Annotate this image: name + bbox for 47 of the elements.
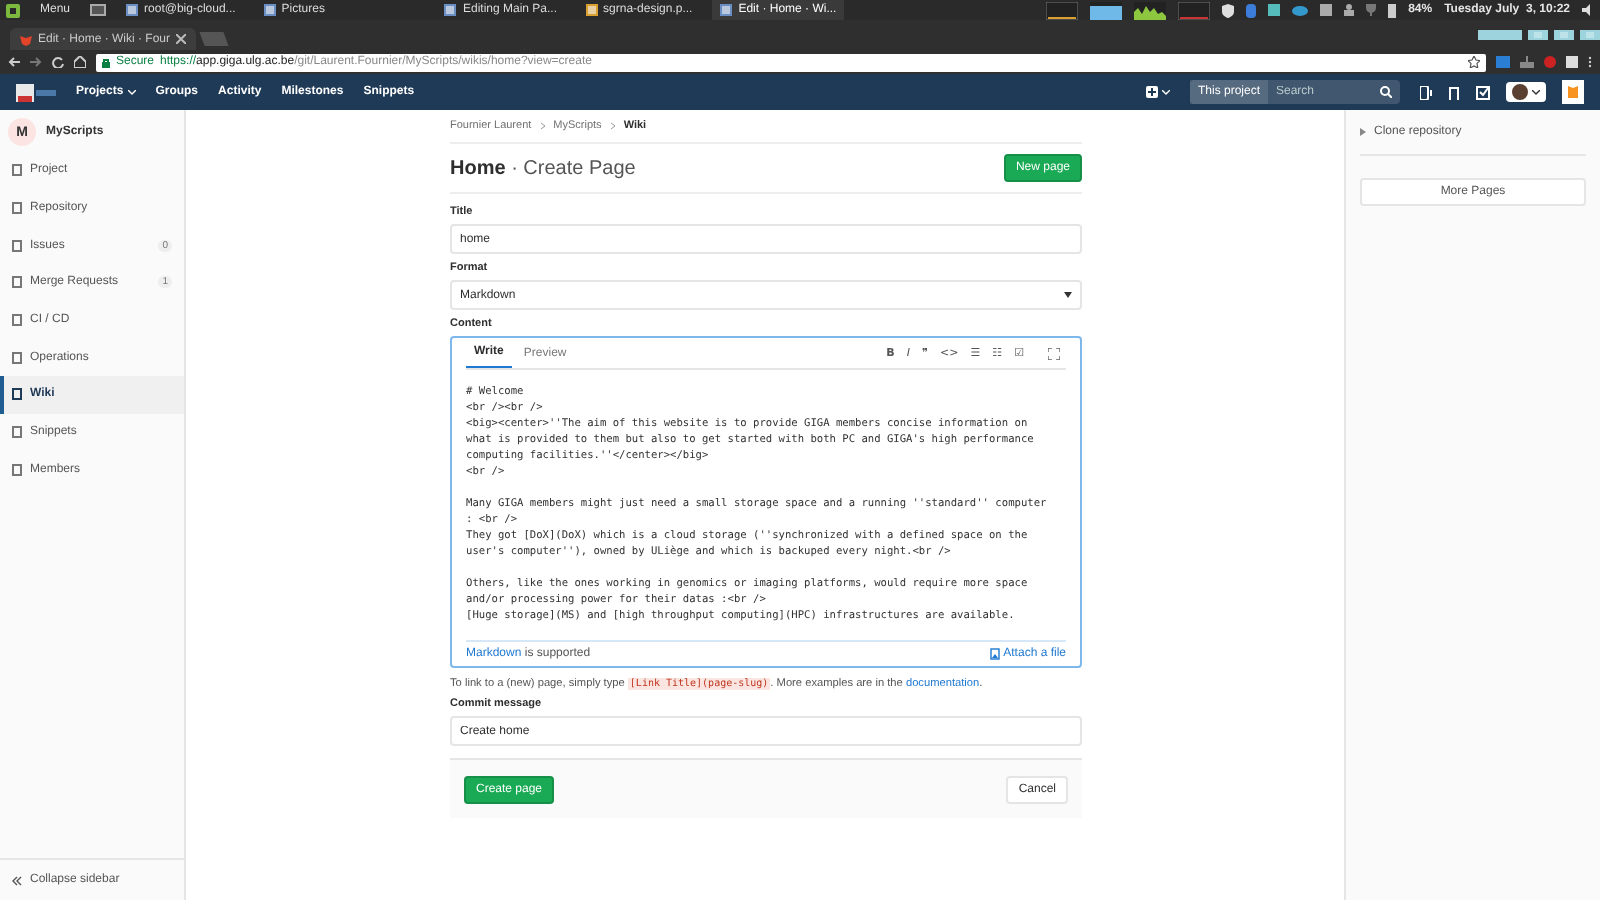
page-icon <box>12 351 22 364</box>
window-icon <box>126 4 139 16</box>
reload-icon[interactable] <box>52 56 64 68</box>
window-icon <box>720 3 733 15</box>
new-button[interactable] <box>1145 86 1170 98</box>
window-icon <box>585 4 598 16</box>
double-chevron-icon <box>12 875 22 885</box>
caret-icon <box>1360 128 1366 136</box>
page-icon <box>12 202 22 215</box>
page-icon <box>12 426 22 439</box>
search-icon <box>1380 86 1392 98</box>
plus-icon <box>1145 86 1158 98</box>
forward-icon[interactable] <box>30 56 42 68</box>
caret-icon <box>1532 89 1540 95</box>
todo-icon[interactable] <box>1476 85 1490 99</box>
image-file-icon <box>989 648 1000 660</box>
user-icon <box>1344 4 1355 16</box>
page-icon <box>12 164 22 177</box>
window-icon <box>444 4 457 16</box>
stop-icon[interactable] <box>1544 56 1556 68</box>
back-icon[interactable] <box>8 56 20 68</box>
caret-icon <box>127 89 136 95</box>
star-icon[interactable] <box>1468 56 1480 68</box>
page-icon <box>12 239 22 252</box>
battery-icon <box>1388 3 1397 17</box>
page-title: Home · Create Page <box>450 157 636 179</box>
page-icon <box>12 314 22 327</box>
merge-request-icon[interactable] <box>1448 85 1460 99</box>
home-icon[interactable] <box>74 56 86 68</box>
chevron-icon <box>609 122 616 130</box>
desktop-icon[interactable] <box>90 3 107 17</box>
issues-icon[interactable] <box>1420 85 1432 99</box>
window-icon <box>263 4 276 16</box>
user-menu[interactable] <box>1506 82 1546 102</box>
fullscreen-icon[interactable] <box>1048 347 1060 359</box>
page-icon <box>12 276 22 289</box>
page-icon <box>12 463 22 476</box>
download-icon[interactable] <box>1520 56 1534 68</box>
caret-icon <box>1064 292 1072 298</box>
volume-icon[interactable] <box>1582 4 1594 16</box>
trophy-icon <box>1366 4 1377 16</box>
shield-icon <box>1222 3 1235 17</box>
caret-icon <box>1161 89 1170 95</box>
page-icon <box>12 388 22 401</box>
logo-icon <box>16 83 56 101</box>
chevron-icon <box>539 122 546 130</box>
avatar-icon <box>1512 84 1528 100</box>
